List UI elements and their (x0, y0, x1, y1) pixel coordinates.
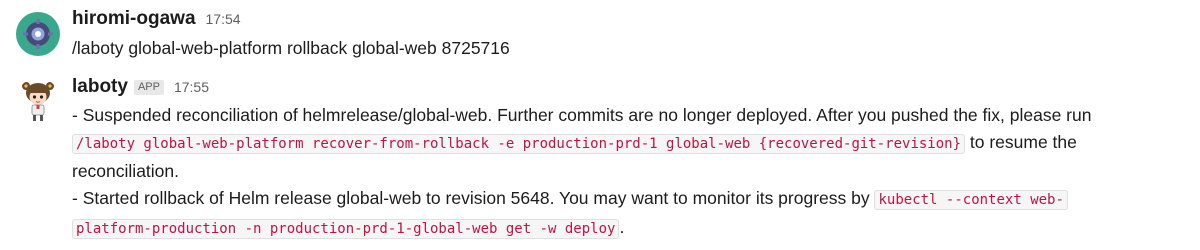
avatar-laboty[interactable] (16, 78, 60, 122)
message-text: - Suspended reconciliation of helmreleas… (72, 102, 1176, 243)
message-header: hiromi-ogawa 17:54 (72, 8, 1176, 34)
avatar-badge-icon (16, 12, 60, 56)
message-line: platform-production -n production-prd-1-… (72, 214, 1176, 243)
message-text-fragment: - Started rollback of Helm release globa… (72, 188, 875, 208)
inline-code: /laboty global-web-platform recover-from… (72, 134, 966, 154)
message-line: /laboty global-web-platform rollback glo… (72, 38, 510, 58)
message-line: reconciliation. (72, 161, 179, 181)
message-header: laboty APP 17:55 (72, 76, 1176, 102)
message-text-fragment: to resume the (965, 132, 1077, 152)
message-text: /laboty global-web-platform rollback glo… (72, 35, 1176, 62)
message-text-fragment: . (619, 217, 625, 237)
username[interactable]: laboty (72, 76, 128, 98)
timestamp[interactable]: 17:55 (174, 79, 209, 95)
inline-code: kubectl --context web- (874, 190, 1068, 210)
message-line: - Suspended reconciliation of helmreleas… (72, 105, 1092, 125)
bot-character-icon (16, 78, 60, 122)
app-badge: APP (133, 80, 164, 95)
message-content: laboty APP 17:55 - Suspended reconciliat… (72, 76, 1176, 243)
message-content: hiromi-ogawa 17:54 /laboty global-web-pl… (72, 8, 1176, 62)
timestamp[interactable]: 17:54 (206, 11, 241, 27)
message-line: - Started rollback of Helm release globa… (72, 185, 1176, 214)
avatar-hiromi-ogawa[interactable] (16, 12, 60, 56)
username[interactable]: hiromi-ogawa (72, 8, 196, 30)
inline-code: platform-production -n production-prd-1-… (72, 219, 620, 239)
message-line: /laboty global-web-platform recover-from… (72, 129, 1176, 158)
